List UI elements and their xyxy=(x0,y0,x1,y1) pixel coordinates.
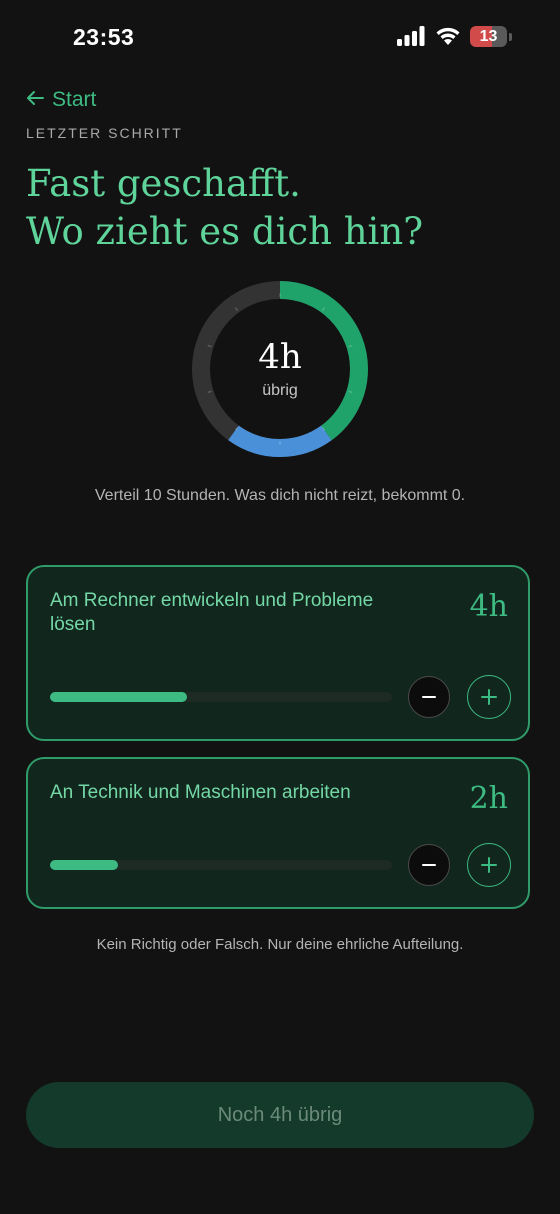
cellular-signal-icon xyxy=(397,26,425,46)
hours-progress-fill xyxy=(50,692,187,702)
step-label: LETZTER SCHRITT xyxy=(26,125,183,141)
hours-donut: 4h übrig xyxy=(190,279,370,459)
title-line-2: Wo zieht es dich hin? xyxy=(26,210,424,253)
activity-card: Am Rechner entwickeln und Probleme lösen… xyxy=(26,565,530,741)
increase-hours-button[interactable] xyxy=(467,675,511,719)
battery-tip xyxy=(509,33,512,41)
minus-icon xyxy=(422,696,436,698)
page-title: Fast geschafft. Wo zieht es dich hin? xyxy=(26,160,423,256)
arrow-left-icon xyxy=(26,89,44,112)
hours-progress-track xyxy=(50,692,392,702)
back-label: Start xyxy=(52,88,97,111)
battery-level: 13 xyxy=(479,28,498,45)
status-time: 23:53 xyxy=(73,24,135,50)
activity-card: An Technik und Maschinen arbeiten 2h xyxy=(26,757,530,909)
activity-hours: 4h xyxy=(469,589,508,624)
decrease-hours-button[interactable] xyxy=(408,676,450,718)
decrease-hours-button[interactable] xyxy=(408,844,450,886)
activity-hours: 2h xyxy=(469,781,508,816)
activity-title: Am Rechner entwickeln und Probleme lösen xyxy=(50,590,374,635)
minus-icon xyxy=(422,864,436,866)
remaining-hours-label: übrig xyxy=(262,382,298,399)
activity-title: An Technik und Maschinen arbeiten xyxy=(50,782,351,803)
plus-icon xyxy=(481,689,497,705)
increase-hours-button[interactable] xyxy=(467,843,511,887)
hours-progress-fill xyxy=(50,860,119,870)
plus-icon xyxy=(481,857,497,873)
back-button[interactable]: Start xyxy=(26,88,96,112)
continue-button[interactable]: Noch 4h übrig xyxy=(26,1082,534,1148)
wifi-icon xyxy=(436,27,460,45)
remaining-hours-value: 4h xyxy=(258,337,302,377)
title-line-1: Fast geschafft. xyxy=(26,162,301,205)
status-bar: 23:53 13 xyxy=(0,0,560,76)
donut-center: 4h übrig xyxy=(190,279,370,459)
hours-progress-track xyxy=(50,860,392,870)
instruction-text: Verteil 10 Stunden. Was dich nicht reizt… xyxy=(94,487,466,504)
footer-note: Kein Richtig oder Falsch. Nur deine ehrl… xyxy=(96,936,464,953)
